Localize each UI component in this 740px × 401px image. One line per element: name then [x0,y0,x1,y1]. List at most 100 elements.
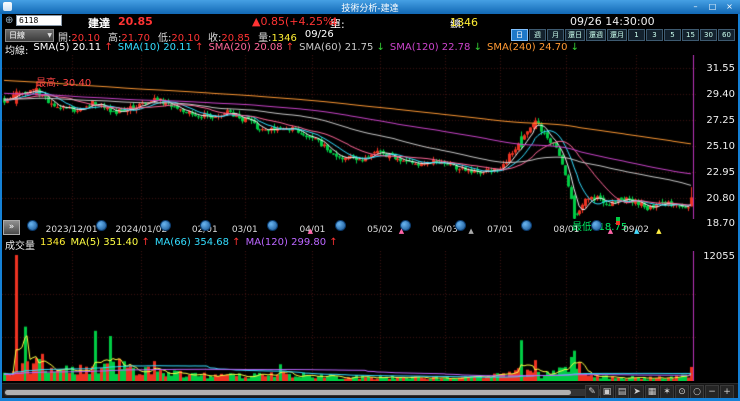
date-tick-label: 07/01 [487,225,514,235]
close-button[interactable]: × [723,1,736,12]
sma-item-text: SMA(20) 20.08 [208,42,283,53]
down-arrow-icon: ↓ [567,42,580,53]
grid-chart-icon[interactable]: ▦ [645,385,659,398]
period-button-還日[interactable]: 還日 [565,29,585,41]
month-event-icon[interactable] [96,220,108,231]
up-arrow-icon: ↑ [101,42,113,53]
date-tick-label: 03/01 [231,225,258,235]
sma-item-text: SMA(10) 20.11 [117,42,192,53]
chevron-down-icon: ▼ [47,32,52,39]
price-axis-label: 18.70 [706,218,735,230]
volume-ma-item-1: MA(66) 354.68 ↑ [155,237,241,252]
volume-legend: 成交量 1346 MA(5) 351.40 ↑ MA(66) 354.68 ↑ MA… [5,237,338,252]
expand-axis-button[interactable]: » [3,220,20,235]
volume-value: 1346 [40,237,66,248]
axis-marker-icon: ▲ [607,227,614,235]
horizontal-scrollbar[interactable] [4,389,602,396]
window-content: ⊕ 建達 20.85 ▲0.85(+4.25%) 單:4 總:1346 09/2… [2,14,738,398]
period-button-還月[interactable]: 還月 [607,29,627,41]
period-button-5[interactable]: 5 [664,29,681,41]
zoom-in-icon[interactable]: + [720,385,734,398]
up-arrow-icon: ↑ [326,237,338,248]
date-tick-label: 08/01 [553,225,580,235]
month-event-icon[interactable] [26,220,38,231]
period-button-1[interactable]: 1 [628,29,645,41]
volume-chart[interactable] [2,251,696,381]
pointer-star-icon[interactable]: ✶ [660,385,674,398]
period-buttons: 日週月還日 還週 還月 1 3 5 15 30 60 [511,29,735,41]
minimize-button[interactable]: – [689,1,702,12]
bottom-bar: ✎ ▣ ▤ ➤ ▦ ✶ ⊙ ○ − + [2,383,738,398]
up-arrow-icon: ↑ [229,237,241,248]
zoom-out-icon[interactable]: − [705,385,719,398]
up-arrow-icon: ↑ [138,237,150,248]
technical-analysis-window: 技術分析-建達 – □ × ⊕ 建達 20.85 ▲0.85(+4.25%) 單… [0,0,740,401]
sma-item-text: SMA(240) 24.70 [486,42,568,53]
candlestick-chart[interactable] [2,55,696,219]
month-event-icon[interactable] [267,220,279,231]
volume-axis-label: 12055 [703,251,735,262]
period-button-15[interactable]: 15 [682,29,699,41]
quote-datetime: 09/26 14:30:00 [570,15,655,28]
period-button-30[interactable]: 30 [700,29,717,41]
save-icon[interactable]: ▣ [600,385,614,398]
period-button-60[interactable]: 60 [718,29,735,41]
price-axis-label: 22.95 [706,166,735,178]
volume-ma-item-text: MA(5) 351.40 [70,237,139,248]
ohlc-field-value: 09/26 [304,29,334,40]
window-title: 技術分析-建達 [341,4,399,14]
month-event-icon[interactable] [521,220,533,231]
axis-marker-icon: ▲ [656,227,662,235]
axis-marker-icon: ▲ [634,227,640,235]
chart-toolbar: 日線 ▼ 開:20.10 高:21.70 低:20.10 收:20.85 量:1346 0… [2,28,738,44]
crosshair-icon[interactable]: ⊙ [675,385,689,398]
sma-legend-row: 均線: SMA(5) 20.11 ↑ SMA(10) 20.11 ↑ SMA(20)… [2,42,738,57]
sma-item-text: SMA(5) 20.11 [33,42,102,53]
scrollbar-thumb[interactable] [5,390,571,395]
period-button-還週[interactable]: 還週 [586,29,606,41]
price-axis-label: 29.40 [706,88,735,100]
print-icon[interactable]: ▤ [615,385,629,398]
stock-lookup-icon[interactable]: ⊕ [5,15,13,26]
restore-button[interactable]: □ [706,1,719,12]
month-event-icon[interactable] [199,220,211,231]
down-arrow-icon: ↓ [470,42,482,53]
period-dropdown[interactable]: 日線 ▼ [5,29,54,42]
date-tick-label: 2023/12/01 [45,225,98,235]
date-tick-label: 06/03 [431,225,458,235]
month-event-icon[interactable] [159,220,171,231]
cursor-icon[interactable]: ➤ [630,385,644,398]
date-tick-label: 05/02 [367,225,394,235]
volume-legend-row: 成交量 1346 MA(5) 351.40 ↑ MA(66) 354.68 ↑ MA… [2,237,738,252]
axis-marker-icon: ▲ [398,227,405,235]
last-price: 20.85 [118,15,153,28]
period-button-週[interactable]: 週 [529,29,546,41]
price-axis-label: 27.25 [706,114,735,126]
circle-icon[interactable]: ○ [690,385,704,398]
sma-item-text: SMA(120) 22.78 [389,42,471,53]
period-high-annotation: 最高: 30.40 [36,78,92,89]
sma-item-text: SMA(60) 21.75 [299,42,374,53]
axis-marker-icon: ▲ [468,227,474,235]
stock-code-input[interactable] [16,15,62,26]
volume-ma-item-0: MA(5) 351.40 ↑ [70,237,149,252]
period-button-3[interactable]: 3 [646,29,663,41]
quote-bar: ⊕ 建達 20.85 ▲0.85(+4.25%) 單:4 總:1346 09/2… [2,14,738,31]
low-marker-icon [616,217,620,225]
up-arrow-icon: ↑ [282,42,295,53]
price-axis-label: 25.10 [706,140,735,152]
price-axis-label: 31.55 [706,63,735,74]
month-event-icon[interactable] [591,220,603,231]
month-event-icon[interactable] [335,220,347,231]
down-arrow-icon: ↓ [373,42,385,53]
price-axis-label: 20.80 [706,192,735,204]
month-event-icon[interactable] [455,220,467,231]
volume-title: 成交量 [5,241,35,252]
axis-marker-icon: ▲ [307,227,314,235]
volume-ma-item-2: MA(120) 299.80 ↑ [246,237,338,252]
period-button-日[interactable]: 日 [511,29,528,41]
period-button-月[interactable]: 月 [547,29,564,41]
title-bar[interactable]: 技術分析-建達 – □ × [0,0,740,14]
volume-ma-item-text: MA(120) 299.80 [245,237,327,248]
annotate-icon[interactable]: ✎ [585,385,599,398]
